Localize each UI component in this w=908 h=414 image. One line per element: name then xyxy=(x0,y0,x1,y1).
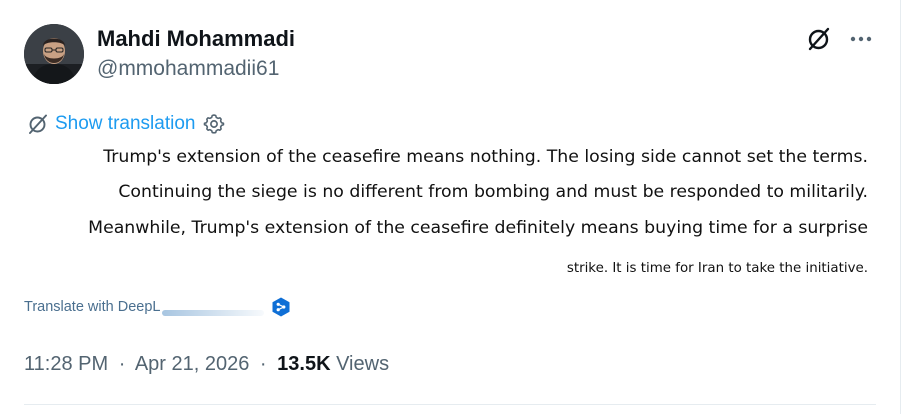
translate-with-deepl-link[interactable]: Translate with DeepL xyxy=(24,299,160,315)
meta-separator: · xyxy=(118,353,126,375)
tweet-text-line: Meanwhile, Trump's extension of the ceas… xyxy=(88,218,868,238)
avatar[interactable] xyxy=(24,24,84,84)
more-dots-icon[interactable] xyxy=(848,28,874,50)
tweet-text-line: strike. It is time for Iran to take the … xyxy=(566,261,868,276)
tweet-time[interactable]: 11:28 PM xyxy=(24,353,108,375)
author-handle[interactable]: @mmohammadii61 xyxy=(97,57,279,81)
profile-photo xyxy=(24,24,84,84)
grok-slash-circle-icon[interactable] xyxy=(806,26,832,52)
tweet-meta: 11:28 PM · Apr 21, 2026 · 13.5K Views xyxy=(24,353,389,376)
tweet-date[interactable]: Apr 21, 2026 xyxy=(135,353,250,375)
author-name[interactable]: Mahdi Mohammadi xyxy=(97,26,295,52)
tweet-card: Mahdi Mohammadi @mmohammadii61 Show tran… xyxy=(0,0,901,414)
deepl-underline xyxy=(162,310,265,316)
gear-icon[interactable] xyxy=(203,113,225,135)
tweet-text-line: Trump's extension of the ceasefire means… xyxy=(103,147,868,167)
deepl-logo-icon[interactable] xyxy=(270,296,292,318)
divider xyxy=(24,404,876,405)
translation-row: Show translation xyxy=(27,111,225,137)
deepl-translate-row: Translate with DeepL xyxy=(24,295,292,319)
views-label: Views xyxy=(336,353,390,375)
views-count: 13.5K xyxy=(277,353,331,375)
show-translation-link[interactable]: Show translation xyxy=(55,113,195,135)
grok-slash-circle-icon xyxy=(29,114,47,134)
tweet-text-line: Continuing the siege is no different fro… xyxy=(118,182,868,202)
meta-separator: · xyxy=(259,353,267,375)
